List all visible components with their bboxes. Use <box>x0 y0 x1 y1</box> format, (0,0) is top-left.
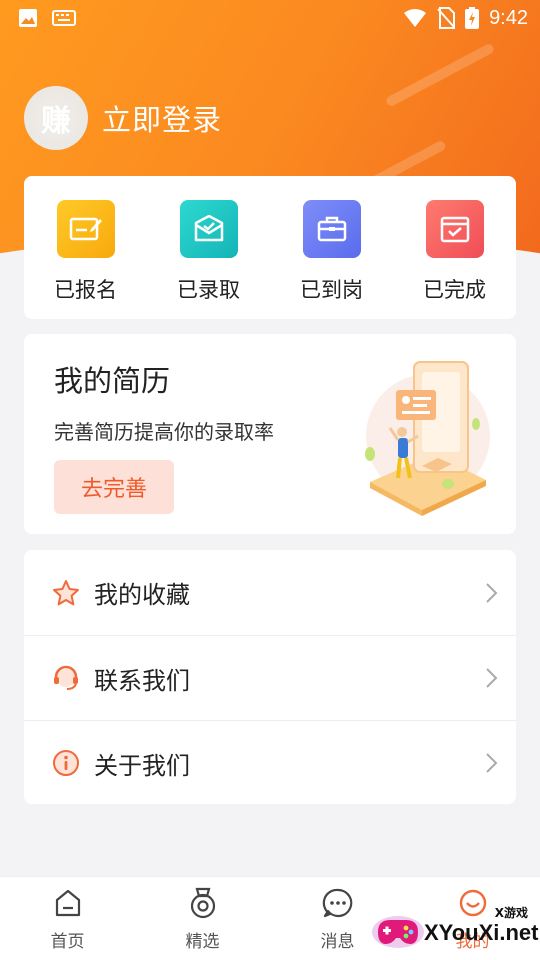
status-label: 已报名 <box>54 278 117 302</box>
image-icon <box>19 9 37 27</box>
status-item-admitted[interactable]: 已录取 <box>147 176 270 319</box>
resume-illustration <box>365 361 490 516</box>
profile-header[interactable]: 赚 立即登录 <box>24 86 222 150</box>
watermark: X游戏 XYouXi.net <box>368 900 540 960</box>
resume-card[interactable]: 我的简历 完善简历提高你的录取率 去完善 <box>24 334 516 534</box>
complete-resume-button[interactable]: 去完善 <box>54 460 174 514</box>
menu-item-label: 我的收藏 <box>94 581 190 609</box>
status-bar: 9:42 <box>0 0 540 36</box>
status-time: 9:42 <box>489 6 528 29</box>
keyboard-icon <box>52 10 76 26</box>
tab-label: 消息 <box>320 932 355 952</box>
battery-charging-icon <box>465 7 480 29</box>
medal-icon <box>187 887 219 919</box>
message-icon <box>322 887 354 919</box>
no-sim-icon <box>437 7 456 29</box>
avatar-text: 赚 <box>41 104 71 139</box>
menu-item-label: 关于我们 <box>94 751 190 780</box>
resume-title: 我的简历 <box>54 364 171 398</box>
chevron-right-icon <box>486 753 498 773</box>
signup-icon <box>56 200 115 258</box>
chevron-right-icon <box>486 582 498 603</box>
status-item-completed[interactable]: 已完成 <box>393 176 516 319</box>
star-icon <box>52 579 80 607</box>
home-icon <box>52 887 84 919</box>
gamepad-logo-icon <box>372 916 424 948</box>
menu-card: 我的收藏 联系我们 关于我们 <box>24 550 516 804</box>
completed-icon <box>425 200 484 258</box>
status-label: 已录取 <box>177 278 240 302</box>
status-label: 已到岗 <box>300 278 363 302</box>
tab-label: 首页 <box>50 932 85 952</box>
resume-subtitle: 完善简历提高你的录取率 <box>54 420 274 444</box>
status-item-on-duty[interactable]: 已到岗 <box>270 176 393 319</box>
menu-item-about-us[interactable]: 关于我们 <box>24 720 516 805</box>
tab-home[interactable]: 首页 <box>0 877 135 960</box>
menu-item-contact-us[interactable]: 联系我们 <box>24 635 516 720</box>
watermark-text: XYouXi.net <box>424 920 539 945</box>
menu-item-favorites[interactable]: 我的收藏 <box>24 550 516 635</box>
tab-featured[interactable]: 精选 <box>135 877 270 960</box>
briefcase-icon <box>302 200 361 258</box>
menu-item-label: 联系我们 <box>94 666 190 695</box>
tab-label: 精选 <box>185 932 220 952</box>
application-status-card: 已报名 已录取 已到岗 已完成 <box>24 176 516 319</box>
info-icon <box>52 749 80 777</box>
avatar[interactable]: 赚 <box>24 86 88 150</box>
login-link[interactable]: 立即登录 <box>102 97 222 139</box>
admitted-icon <box>179 200 238 258</box>
status-item-signed-up[interactable]: 已报名 <box>24 176 147 319</box>
wifi-icon <box>404 9 427 27</box>
watermark-small-text: X游戏 <box>494 906 528 920</box>
status-label: 已完成 <box>423 278 486 302</box>
headset-icon <box>52 664 80 692</box>
chevron-right-icon <box>486 668 498 688</box>
